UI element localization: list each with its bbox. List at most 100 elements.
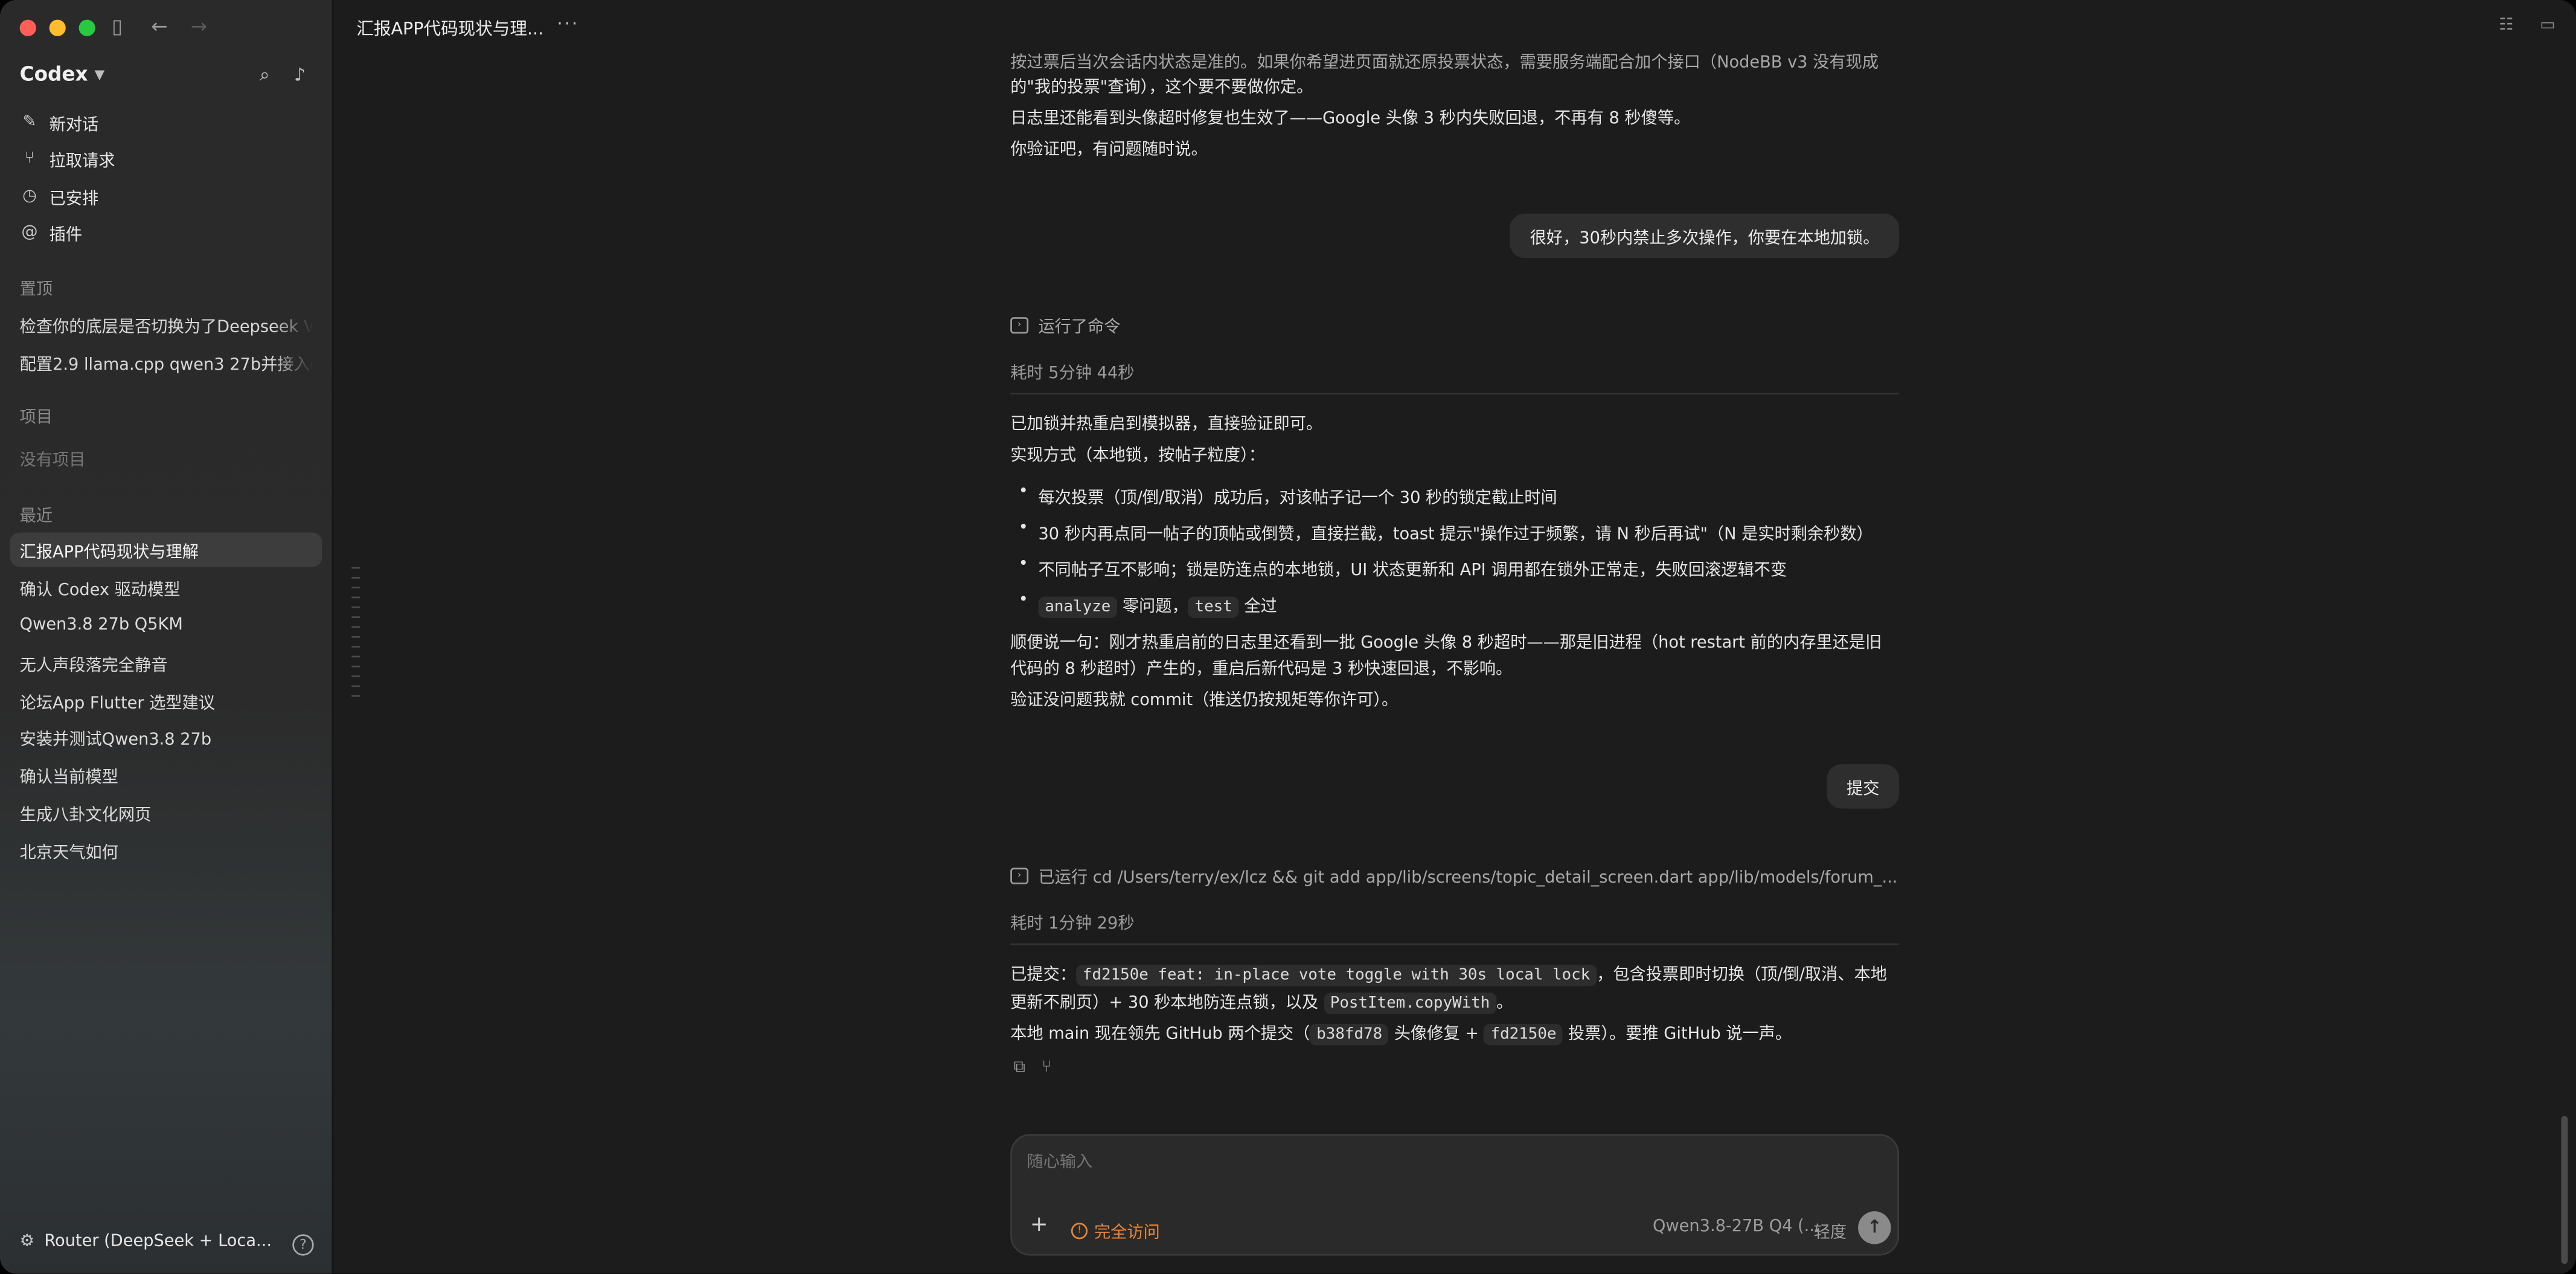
- assistant-text: 你验证吧，有问题随时说。: [1010, 141, 1208, 159]
- nav-scheduled[interactable]: ◷ 已安排: [20, 181, 99, 210]
- sidebar-toggle-icon[interactable]: ▯: [112, 14, 123, 37]
- edit-icon: ✎: [22, 112, 37, 131]
- composer: + ! 完全访问 Qwen3.8-27B Q4 (... 轻度 ↑: [1010, 1134, 1900, 1256]
- effort-selector[interactable]: 轻度: [1814, 1218, 1847, 1243]
- help-icon[interactable]: ?: [292, 1234, 314, 1256]
- pull-request-icon: ⑂: [24, 149, 35, 167]
- text-span: 。: [1496, 994, 1513, 1012]
- nav-pull-requests[interactable]: ⑂ 拉取请求: [20, 143, 115, 173]
- recent-chat-item[interactable]: 北京天气如何: [10, 833, 312, 867]
- recent-chat-item-active[interactable]: 汇报APP代码现状与理解: [10, 532, 322, 567]
- nav-plugins[interactable]: @ 插件: [20, 217, 82, 246]
- minimize-window-button[interactable]: [49, 19, 66, 36]
- recent-chat-item[interactable]: 确认 Codex 驱动模型: [10, 570, 312, 605]
- checklist-icon[interactable]: ☷: [2499, 16, 2513, 34]
- text-span: 投票）。要推 GitHub 说一声。: [1563, 1025, 1792, 1044]
- divider: [1010, 943, 1900, 945]
- text-span: ，包含投票即时切换（顶/倒/取消、本地: [1597, 966, 1887, 985]
- inline-code: b38fd78: [1310, 1023, 1389, 1046]
- recent-chat-item[interactable]: 生成八卦文化网页: [10, 796, 312, 830]
- nav-new-chat[interactable]: ✎ 新对话: [20, 107, 99, 137]
- list-item-text: 零问题，: [1117, 598, 1188, 617]
- access-mode-label: 完全访问: [1094, 1224, 1160, 1243]
- at-icon: @: [21, 222, 38, 241]
- no-projects-text: 没有项目: [19, 452, 86, 471]
- list-item-text: 全过: [1238, 598, 1277, 617]
- recent-chat-item[interactable]: 论坛App Flutter 选型建议: [10, 684, 312, 718]
- text-span: 已提交：: [1010, 966, 1077, 985]
- recent-chat-item[interactable]: Qwen3.8 27b Q5KM: [10, 608, 312, 643]
- assistant-text: 已提交： fd2150e feat: in-place vote toggle w…: [1010, 963, 1887, 989]
- settings-router-button[interactable]: ⚙ Router (DeepSeek + Loca...: [20, 1232, 272, 1250]
- panel-toggle-icon[interactable]: ▭: [2540, 16, 2555, 34]
- add-attachment-icon[interactable]: +: [1030, 1215, 1048, 1236]
- tool-call-label: 运行了命令: [1038, 318, 1121, 337]
- clock-icon: ◷: [22, 186, 37, 205]
- text-span: 本地 main 现在领先 GitHub 两个提交（: [1010, 1025, 1310, 1044]
- inline-code: fd2150e: [1484, 1023, 1563, 1046]
- page-title: 汇报APP代码现状与理...: [356, 19, 544, 40]
- nav-label: 拉取请求: [49, 152, 115, 170]
- close-window-button[interactable]: [19, 19, 36, 36]
- projects-section-label: 项目: [19, 409, 53, 428]
- chevron-down-icon: ▼: [94, 66, 105, 82]
- list-item: 不同帖子互不影响；锁是防连点的本地锁，UI 状态更新和 API 调用都在锁外正常…: [1019, 556, 1787, 581]
- more-options-icon[interactable]: ···: [557, 13, 579, 34]
- list-item: 每次投票（顶/倒/取消）成功后，对该帖子记一个 30 秒的锁定截止时间: [1019, 483, 1557, 508]
- elapsed-time: 耗时 1分钟 29秒: [1010, 915, 1135, 934]
- workspace-switcher[interactable]: Codex ▼: [20, 62, 105, 85]
- copy-icon[interactable]: ⧉: [1014, 1058, 1025, 1076]
- divider: [1010, 393, 1900, 394]
- forward-arrow-icon[interactable]: →: [191, 14, 207, 37]
- app-window: ▯ ← → Codex ▼ ⌕ ♪ ✎ 新对话 ⑂ 拉取请求 ◷ 已安排 @ 插…: [0, 0, 2576, 1274]
- recent-chat-item[interactable]: 无人声段落完全静音: [10, 646, 312, 680]
- pinned-section-label: 置顶: [19, 281, 53, 300]
- inline-code: PostItem.copyWith: [1323, 992, 1497, 1014]
- recent-chat-item[interactable]: 安装并测试Qwen3.8 27b: [10, 720, 312, 754]
- model-selector[interactable]: Qwen3.8-27B Q4 (...: [1653, 1218, 1820, 1236]
- scrollbar-thumb[interactable]: [2561, 1116, 2568, 1264]
- scroll-minimap[interactable]: [351, 567, 361, 706]
- sidebar: ▯ ← → Codex ▼ ⌕ ♪ ✎ 新对话 ⑂ 拉取请求 ◷ 已安排 @ 插…: [0, 0, 334, 1274]
- branch-icon[interactable]: ⑂: [1042, 1058, 1051, 1076]
- alert-icon: !: [1071, 1221, 1088, 1239]
- list-item: analyze 零问题，test 全过: [1019, 591, 1277, 618]
- access-mode-button[interactable]: ! 完全访问: [1071, 1218, 1160, 1243]
- bell-icon[interactable]: ♪: [294, 64, 306, 85]
- pinned-chat-item[interactable]: 配置2.9 llama.cpp qwen3 27b并接入c: [20, 350, 312, 375]
- main-panel: 汇报APP代码现状与理... ··· ☷ ▭ 按过票后当次会话内状态是准的。如果…: [333, 0, 2576, 1274]
- inline-code: test: [1188, 596, 1239, 618]
- nav-label: 已安排: [49, 190, 99, 208]
- search-icon[interactable]: ⌕: [260, 64, 270, 87]
- recent-section-label: 最近: [19, 507, 53, 526]
- message-actions: ⧉ ⑂: [1014, 1058, 1052, 1076]
- inline-code: fd2150e feat: in-place vote toggle with …: [1076, 965, 1597, 986]
- assistant-text: 实现方式（本地锁，按帖子粒度）：: [1010, 447, 1265, 465]
- text-span: 更新不刷页）+ 30 秒本地防连点锁，以及: [1010, 994, 1324, 1012]
- assistant-text: 已加锁并热重启到模拟器，直接验证即可。: [1010, 416, 1323, 434]
- assistant-text: 顺便说一句：刚才热重启前的日志里还看到一批 Google 头像 8 秒超时——那…: [1010, 634, 1882, 653]
- nav-label: 新对话: [49, 115, 99, 134]
- tool-call-summary[interactable]: › 运行了命令: [1010, 312, 1120, 337]
- tool-call-label: 已运行 cd /Users/terry/ex/lcz && git add ap…: [1038, 869, 1898, 888]
- zoom-window-button[interactable]: [78, 19, 95, 36]
- inline-code: analyze: [1038, 596, 1118, 618]
- nav-label: 插件: [49, 226, 83, 245]
- assistant-text: 代码的 8 秒超时）产生的，重启后新代码是 3 秒快速回退，不影响。: [1010, 660, 1513, 679]
- assistant-text: 本地 main 现在领先 GitHub 两个提交（ b38fd78 头像修复 + …: [1010, 1022, 1792, 1049]
- assistant-text: 按过票后当次会话内状态是准的。如果你希望进页面就还原投票状态，需要服务端配合加个…: [1010, 54, 1879, 72]
- assistant-text: 日志里还能看到头像超时修复也生效了——Google 头像 3 秒内失败回退，不再…: [1010, 110, 1691, 129]
- user-message: 提交: [1827, 764, 1900, 809]
- gear-icon: ⚙: [19, 1232, 35, 1251]
- back-arrow-icon[interactable]: ←: [151, 14, 167, 37]
- text-span: 头像修复 +: [1389, 1025, 1484, 1044]
- send-button[interactable]: ↑: [1858, 1211, 1891, 1244]
- assistant-text: 的"我的投票"查询），这个要不要做你定。: [1010, 79, 1313, 97]
- message-input[interactable]: [1027, 1153, 1848, 1172]
- terminal-icon: ›: [1010, 316, 1029, 333]
- tool-call-summary[interactable]: › 已运行 cd /Users/terry/ex/lcz && git add …: [1010, 863, 1897, 887]
- brand-name: Codex: [19, 62, 88, 86]
- recent-chat-item[interactable]: 确认当前模型: [10, 758, 312, 792]
- list-item: 30 秒内再点同一帖子的顶帖或倒赞，直接拦截，toast 提示"操作过于频繁，请…: [1019, 520, 1873, 544]
- pinned-chat-item[interactable]: 检查你的底层是否切换为了Deepseek V: [20, 312, 312, 337]
